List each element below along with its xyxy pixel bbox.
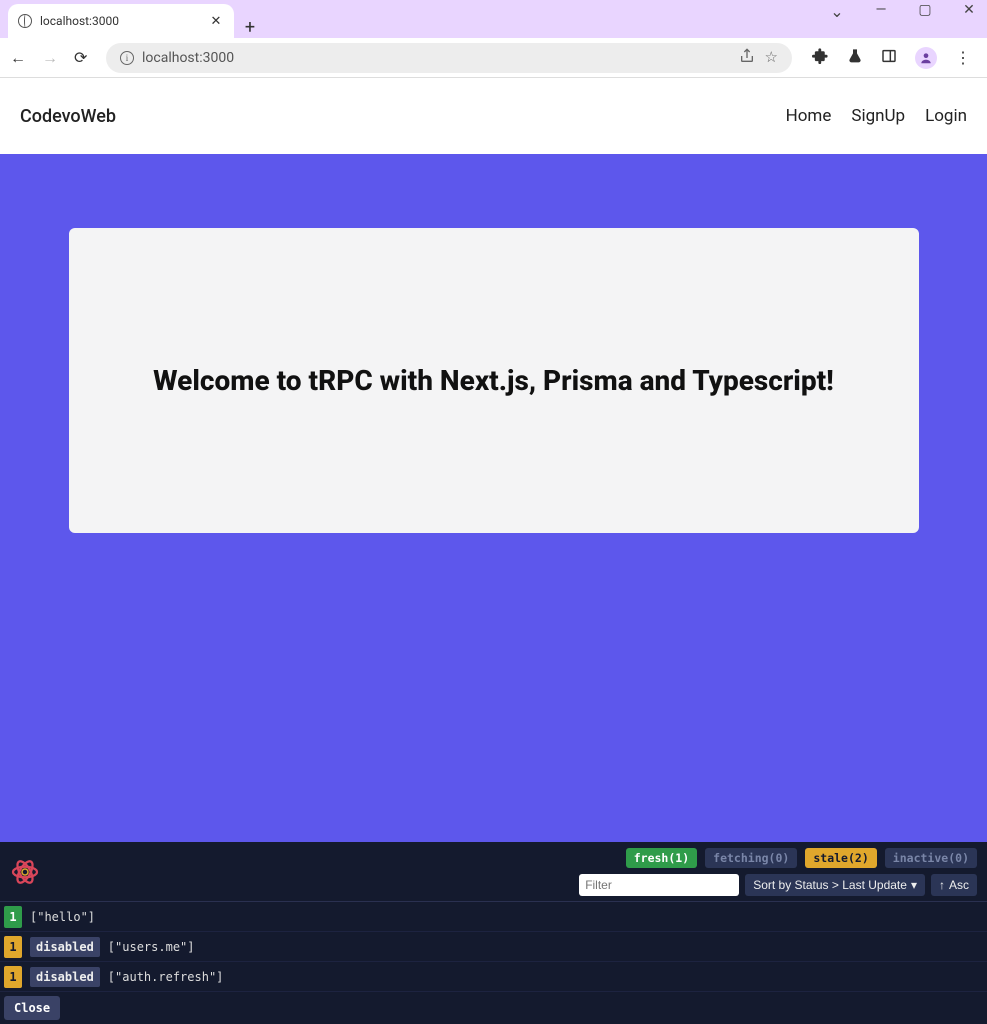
back-button[interactable]: ← <box>10 48 28 68</box>
query-key: ["hello"] <box>30 910 95 924</box>
nav-link-signup[interactable]: SignUp <box>851 106 905 126</box>
sort-direction-button[interactable]: ↑Asc <box>931 874 977 896</box>
bookmark-icon[interactable]: ☆ <box>765 48 778 68</box>
query-list: 1 ["hello"] 1 disabled ["users.me"] 1 disabled… <box>0 902 987 992</box>
side-panel-icon[interactable] <box>881 48 897 68</box>
share-icon[interactable] <box>739 48 755 68</box>
hero-title: Welcome to tRPC with Next.js, Prisma and… <box>153 362 834 400</box>
close-tab-icon[interactable]: ✕ <box>208 14 224 29</box>
query-key: ["auth.refresh"] <box>108 970 224 984</box>
labs-icon[interactable] <box>847 48 863 68</box>
query-key: ["users.me"] <box>108 940 195 954</box>
profile-avatar[interactable] <box>915 47 937 69</box>
new-tab-button[interactable]: + <box>234 17 266 38</box>
reload-button[interactable]: ⟳ <box>74 48 92 67</box>
nav-link-login[interactable]: Login <box>925 106 967 126</box>
window-controls: ⌄ — ▢ ✕ <box>825 2 981 21</box>
brand-logo[interactable]: CodevoWeb <box>20 106 116 127</box>
extensions-icon[interactable] <box>812 47 829 68</box>
query-observer-count: 1 <box>4 966 22 988</box>
query-status-badge: disabled <box>30 937 100 957</box>
address-bar[interactable]: i localhost:3000 ☆ <box>106 43 792 73</box>
query-row[interactable]: 1 disabled ["auth.refresh"] <box>0 962 987 992</box>
hero-card: Welcome to tRPC with Next.js, Prisma and… <box>69 228 919 533</box>
kebab-menu-icon[interactable]: ⋮ <box>955 48 971 67</box>
browser-toolbar: ← → ⟳ i localhost:3000 ☆ ⋮ <box>0 38 987 78</box>
badge-stale[interactable]: stale(2) <box>805 848 876 868</box>
badge-fresh[interactable]: fresh(1) <box>626 848 697 868</box>
query-row[interactable]: 1 ["hello"] <box>0 902 987 932</box>
globe-icon <box>18 14 32 28</box>
hero-section: Welcome to tRPC with Next.js, Prisma and… <box>0 154 987 842</box>
tab-title: localhost:3000 <box>40 14 200 28</box>
badge-inactive[interactable]: inactive(0) <box>885 848 977 868</box>
nav-link-home[interactable]: Home <box>786 106 832 126</box>
browser-title-bar: localhost:3000 ✕ + ⌄ — ▢ ✕ <box>0 0 987 38</box>
minimize-icon[interactable]: — <box>869 2 893 21</box>
site-info-icon[interactable]: i <box>120 51 134 65</box>
close-window-icon[interactable]: ✕ <box>957 2 981 21</box>
filter-input[interactable] <box>579 874 739 896</box>
browser-tab[interactable]: localhost:3000 ✕ <box>8 4 234 38</box>
url-text: localhost:3000 <box>142 50 234 66</box>
chevron-down-icon[interactable]: ⌄ <box>825 2 849 21</box>
site-navbar: CodevoWeb Home SignUp Login <box>0 78 987 154</box>
caret-down-icon: ▾ <box>911 878 917 892</box>
query-observer-count: 1 <box>4 906 22 928</box>
nav-links: Home SignUp Login <box>786 106 967 126</box>
query-observer-count: 1 <box>4 936 22 958</box>
arrow-up-icon: ↑ <box>939 878 945 892</box>
badge-fetching[interactable]: fetching(0) <box>705 848 797 868</box>
react-query-devtools: fresh(1) fetching(0) stale(2) inactive(0… <box>0 842 987 1024</box>
maximize-icon[interactable]: ▢ <box>913 2 937 21</box>
react-query-logo-icon[interactable] <box>10 857 40 887</box>
forward-button[interactable]: → <box>42 48 60 68</box>
query-status-badge: disabled <box>30 967 100 987</box>
page-viewport: CodevoWeb Home SignUp Login Welcome to t… <box>0 78 987 842</box>
close-devtools-button[interactable]: Close <box>4 996 60 1020</box>
query-row[interactable]: 1 disabled ["users.me"] <box>0 932 987 962</box>
sort-button[interactable]: Sort by Status > Last Update ▾ <box>745 874 925 896</box>
